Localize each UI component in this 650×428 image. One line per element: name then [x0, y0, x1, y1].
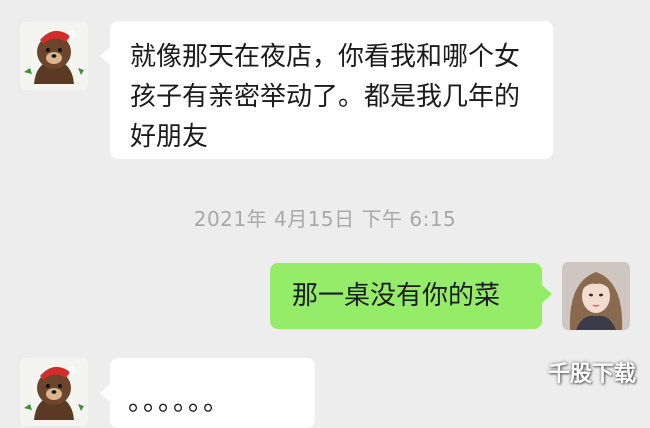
self-avatar[interactable]	[562, 262, 630, 330]
bear-avatar-icon	[20, 22, 88, 90]
message-text: 。。。。。。	[128, 387, 232, 417]
message-bubble-outgoing-1[interactable]: 那一桌没有你的菜	[270, 263, 552, 329]
message-text: 就像那天在夜店，你看我和哪个女孩子有亲密举动了。都是我几年的好朋友	[130, 42, 521, 152]
bear-avatar-icon	[20, 358, 88, 426]
message-timestamp: 2021年 4月15日 下午 6:15	[193, 207, 457, 231]
girl-photo-avatar-icon	[562, 262, 630, 330]
contact-avatar[interactable]	[20, 22, 88, 90]
watermark-logo: 千股下载	[548, 362, 637, 387]
message-text: 那一桌没有你的菜	[292, 281, 501, 311]
contact-avatar[interactable]	[20, 358, 88, 426]
message-bubble-incoming-1[interactable]: 就像那天在夜店，你看我和哪个女孩子有亲密举动了。都是我几年的好朋友	[100, 21, 553, 159]
message-bubble-incoming-2[interactable]: 。。。。。。	[100, 358, 315, 428]
